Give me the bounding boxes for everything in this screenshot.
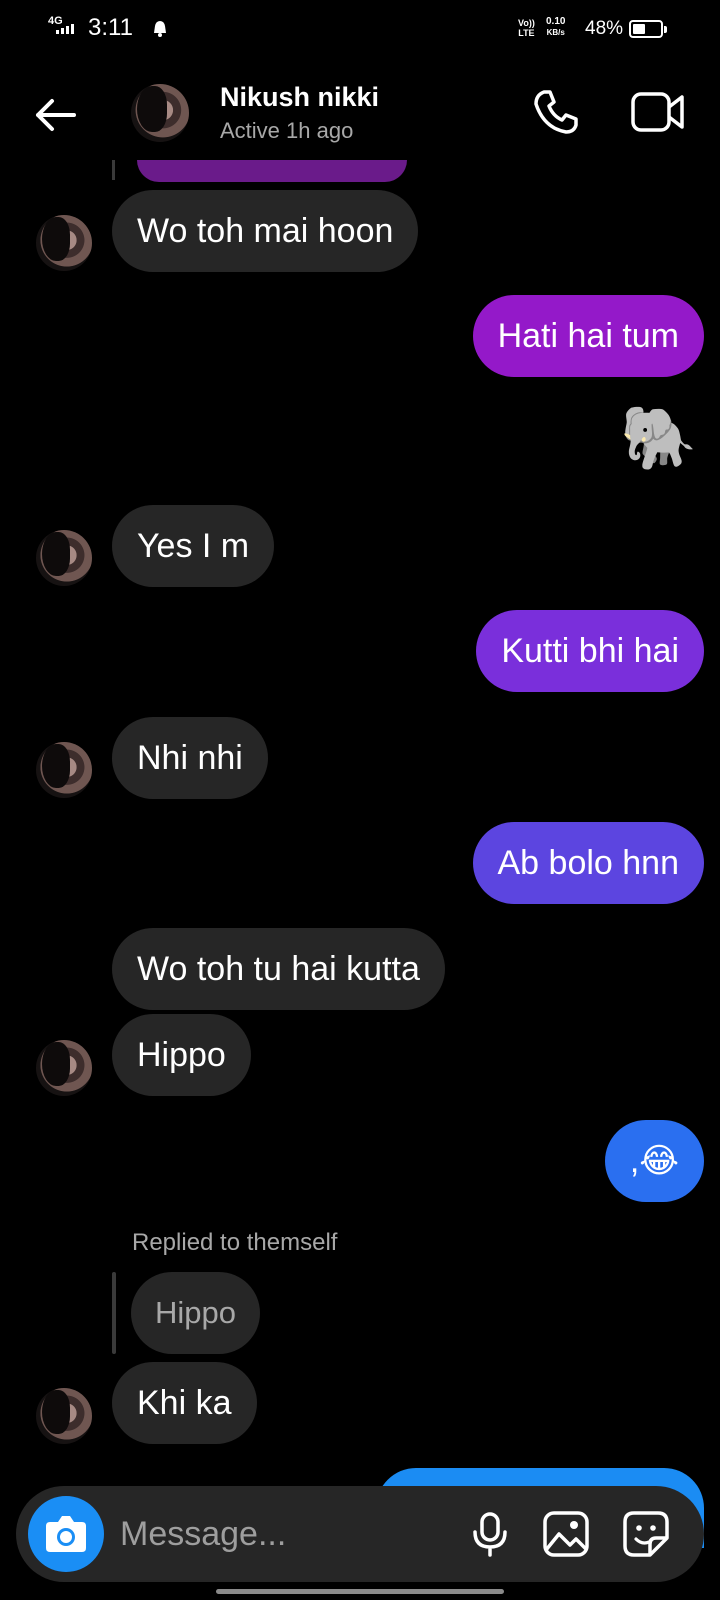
message-bubble-outgoing[interactable]: Hati hai tum	[472, 295, 704, 377]
reply-thread-line	[112, 1272, 116, 1354]
home-indicator[interactable]	[216, 1589, 504, 1594]
back-arrow-icon[interactable]	[30, 90, 80, 140]
phone-icon[interactable]	[530, 86, 582, 138]
message-bubble-incoming[interactable]: Nhi nhi	[112, 717, 268, 799]
quoted-message[interactable]: Hippo	[131, 1272, 260, 1354]
reply-label: Replied to themself	[132, 1229, 338, 1256]
video-camera-icon[interactable]	[630, 88, 686, 136]
status-bar: 4G 3:11 Vo)) LTE 0.10 KB/s 48%	[0, 0, 720, 60]
cellular-signal-icon: 4G	[48, 16, 82, 38]
battery-icon	[629, 20, 667, 38]
camera-icon	[46, 1516, 86, 1552]
emoji-message-outgoing[interactable]: ,😂	[604, 1120, 704, 1202]
message-bubble-incoming[interactable]: Hippo	[112, 1014, 251, 1096]
sender-avatar[interactable]	[36, 742, 92, 798]
message-bubble-outgoing[interactable]: Ab bolo hnn	[472, 822, 704, 904]
message-bubble-incoming[interactable]: Khi ka	[112, 1362, 257, 1444]
network-speed: 0.10 KB/s	[546, 16, 566, 37]
chat-header: Nikush nikki Active 1h ago	[0, 60, 720, 160]
sender-avatar[interactable]	[36, 215, 92, 271]
sender-avatar[interactable]	[36, 1040, 92, 1096]
message-bubble-incoming[interactable]: Wo toh tu hai kutta	[112, 928, 445, 1010]
camera-button[interactable]	[28, 1496, 104, 1572]
message-bubble-incoming[interactable]: Yes I m	[112, 505, 275, 587]
sender-avatar[interactable]	[36, 530, 92, 586]
gallery-icon[interactable]	[540, 1508, 592, 1560]
notification-icon	[154, 21, 166, 37]
message-composer	[16, 1486, 704, 1582]
elephant-emoji[interactable]: 🐘	[620, 404, 697, 474]
battery-percent: 48%	[585, 18, 624, 39]
sender-avatar[interactable]	[36, 1388, 92, 1444]
contact-avatar[interactable]	[131, 84, 189, 142]
status-time: 3:11	[88, 14, 133, 41]
reply-thread-line	[112, 160, 115, 180]
partial-message-bubble[interactable]	[137, 160, 407, 182]
message-bubble-incoming[interactable]: Wo toh mai hoon	[112, 190, 419, 272]
volte-indicator: Vo)) LTE	[518, 18, 535, 38]
contact-name[interactable]: Nikush nikki	[220, 80, 379, 114]
message-input[interactable]	[120, 1510, 440, 1558]
message-bubble-outgoing[interactable]: Kutti bhi hai	[476, 610, 704, 692]
microphone-icon[interactable]	[464, 1508, 516, 1560]
contact-status: Active 1h ago	[220, 118, 354, 143]
sticker-icon[interactable]	[620, 1508, 672, 1560]
